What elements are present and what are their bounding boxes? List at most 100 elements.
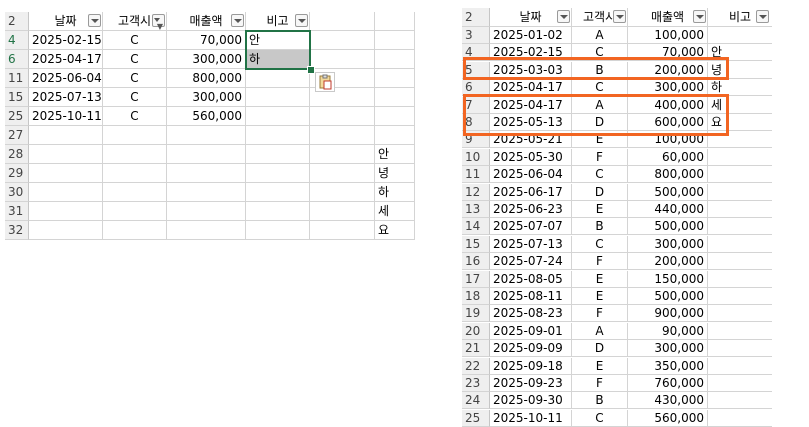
- cell[interactable]: [29, 202, 103, 221]
- side-text-cell[interactable]: 요: [375, 221, 415, 240]
- sales-cell[interactable]: 90,000: [628, 322, 708, 340]
- note-cell[interactable]: [708, 288, 772, 305]
- sales-cell[interactable]: 100,000: [628, 27, 708, 44]
- sales-cell[interactable]: 800,000: [167, 69, 246, 88]
- side-text-cell[interactable]: 안: [375, 145, 415, 164]
- row-header[interactable]: 29: [5, 164, 29, 183]
- customer-cell[interactable]: F: [572, 305, 628, 323]
- date-cell[interactable]: 2025-07-07: [490, 218, 572, 236]
- customer-cell[interactable]: E: [572, 270, 628, 288]
- cell[interactable]: [310, 12, 375, 31]
- sales-cell[interactable]: 800,000: [628, 166, 708, 184]
- row-header[interactable]: 2: [462, 8, 490, 27]
- customer-cell[interactable]: E: [572, 357, 628, 375]
- date-cell[interactable]: 2025-09-01: [490, 322, 572, 340]
- cell[interactable]: [375, 31, 415, 50]
- note-cell[interactable]: [708, 27, 772, 44]
- sales-cell[interactable]: 560,000: [167, 107, 246, 126]
- row-header[interactable]: 19: [462, 305, 490, 323]
- cell[interactable]: [310, 221, 375, 240]
- filter-active-customer[interactable]: ▼: [152, 14, 165, 31]
- cell[interactable]: [375, 107, 415, 126]
- customer-cell[interactable]: C: [103, 31, 167, 50]
- cell[interactable]: [167, 221, 246, 240]
- row-header[interactable]: 4: [5, 31, 29, 50]
- customer-cell[interactable]: F: [572, 148, 628, 166]
- cell[interactable]: [246, 183, 310, 202]
- date-cell[interactable]: 2025-05-30: [490, 148, 572, 166]
- cell[interactable]: [246, 126, 310, 145]
- date-cell[interactable]: 2025-01-02: [490, 27, 572, 44]
- cell[interactable]: [375, 88, 415, 107]
- sales-cell[interactable]: 500,000: [628, 183, 708, 201]
- cell[interactable]: [375, 126, 415, 145]
- sales-cell[interactable]: 60,000: [628, 148, 708, 166]
- cell[interactable]: [310, 126, 375, 145]
- row-header[interactable]: 11: [5, 69, 29, 88]
- customer-cell[interactable]: C: [572, 235, 628, 253]
- sales-cell[interactable]: 760,000: [628, 375, 708, 392]
- note-cell[interactable]: [246, 107, 310, 126]
- note-cell[interactable]: [708, 149, 772, 166]
- cell[interactable]: [246, 202, 310, 221]
- customer-cell[interactable]: C: [103, 50, 167, 69]
- row-header[interactable]: 6: [5, 50, 29, 69]
- date-cell[interactable]: 2025-06-04: [490, 166, 572, 184]
- date-cell[interactable]: 2025-09-18: [490, 357, 572, 375]
- customer-cell[interactable]: D: [572, 340, 628, 358]
- side-text-cell[interactable]: 하: [375, 183, 415, 202]
- side-text-cell[interactable]: 녕: [375, 164, 415, 183]
- note-cell[interactable]: [708, 271, 772, 288]
- row-header[interactable]: 28: [5, 145, 29, 164]
- filter-dropdown-sales[interactable]: [693, 10, 706, 23]
- customer-cell[interactable]: F: [572, 253, 628, 271]
- date-cell[interactable]: 2025-04-17: [29, 50, 103, 69]
- sales-cell[interactable]: 440,000: [628, 201, 708, 218]
- filter-dropdown-sales[interactable]: [231, 14, 244, 27]
- cell[interactable]: [167, 183, 246, 202]
- sales-cell[interactable]: 350,000: [628, 357, 708, 375]
- note-cell[interactable]: [708, 323, 772, 340]
- cell[interactable]: [29, 183, 103, 202]
- note-cell[interactable]: [708, 305, 772, 323]
- row-header[interactable]: 24: [462, 392, 490, 410]
- customer-cell[interactable]: D: [572, 183, 628, 201]
- row-header[interactable]: 14: [462, 218, 490, 236]
- cell[interactable]: [103, 145, 167, 164]
- cell[interactable]: [310, 164, 375, 183]
- date-cell[interactable]: 2025-07-13: [490, 235, 572, 253]
- row-header[interactable]: 17: [462, 270, 490, 288]
- customer-cell[interactable]: A: [572, 27, 628, 44]
- cell[interactable]: [103, 164, 167, 183]
- row-header[interactable]: 25: [462, 409, 490, 427]
- customer-cell[interactable]: C: [103, 88, 167, 107]
- date-cell[interactable]: 2025-08-11: [490, 288, 572, 305]
- note-cell[interactable]: [708, 166, 772, 184]
- selection-range[interactable]: [245, 30, 311, 70]
- cell[interactable]: [29, 164, 103, 183]
- sales-cell[interactable]: 500,000: [628, 218, 708, 236]
- cell[interactable]: [29, 145, 103, 164]
- cell[interactable]: [103, 202, 167, 221]
- cell[interactable]: [310, 183, 375, 202]
- cell[interactable]: [103, 221, 167, 240]
- filter-dropdown-note[interactable]: [756, 10, 769, 23]
- note-cell[interactable]: [708, 410, 772, 427]
- date-cell[interactable]: 2025-10-11: [490, 409, 572, 427]
- date-cell[interactable]: 2025-07-13: [29, 88, 103, 107]
- cell[interactable]: [167, 202, 246, 221]
- filter-dropdown-date[interactable]: [557, 10, 570, 23]
- date-cell[interactable]: 2025-06-04: [29, 69, 103, 88]
- row-header[interactable]: 27: [5, 126, 29, 145]
- sales-cell[interactable]: 900,000: [628, 305, 708, 323]
- cell[interactable]: [167, 145, 246, 164]
- filter-dropdown-customer[interactable]: [613, 10, 626, 23]
- row-header[interactable]: 25: [5, 107, 29, 126]
- note-cell[interactable]: [708, 201, 772, 218]
- note-cell[interactable]: [246, 69, 310, 88]
- cell[interactable]: [103, 126, 167, 145]
- row-header[interactable]: 16: [462, 253, 490, 271]
- cell[interactable]: [310, 50, 375, 69]
- sales-cell[interactable]: 300,000: [628, 340, 708, 358]
- note-cell[interactable]: [708, 375, 772, 392]
